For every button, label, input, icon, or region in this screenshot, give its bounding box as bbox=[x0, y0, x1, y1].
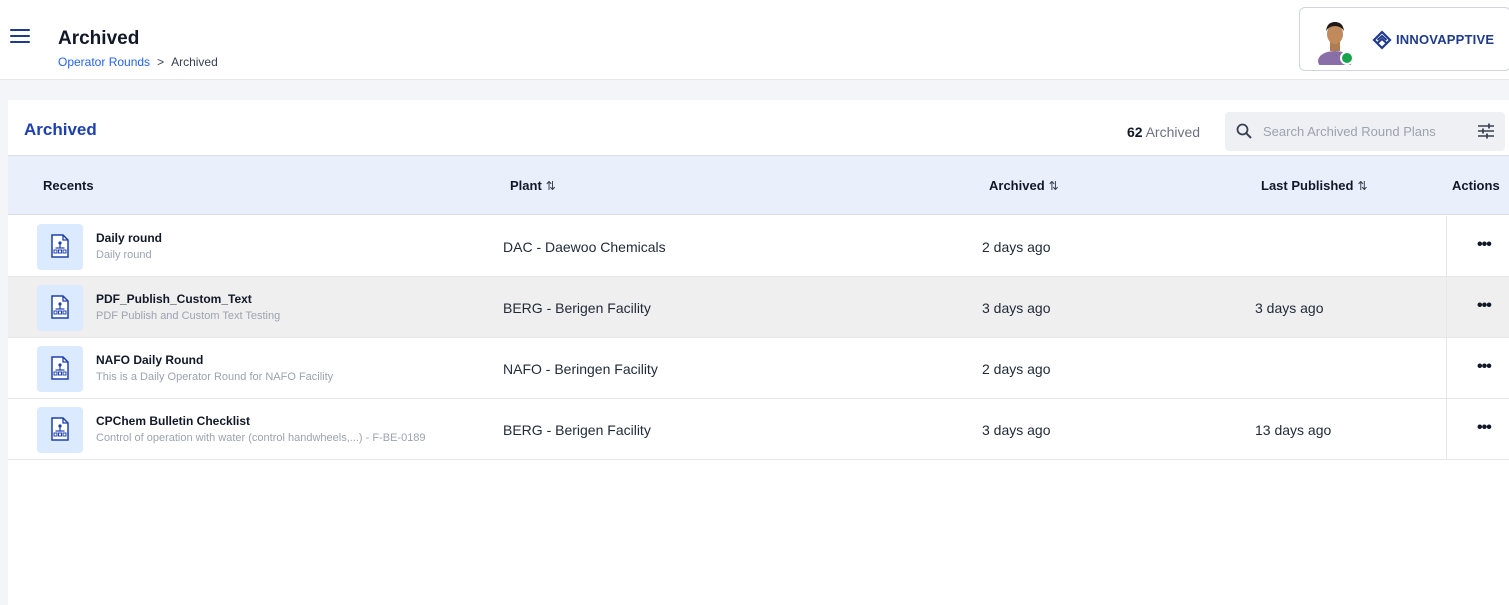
row-last-published: 13 days ago bbox=[1255, 422, 1332, 438]
row-archived: 3 days ago bbox=[982, 422, 1051, 438]
row-name[interactable]: NAFO Daily Round bbox=[96, 353, 203, 367]
round-plan-icon bbox=[51, 417, 69, 441]
brand-name: INNOVAPPTIVE bbox=[1396, 32, 1495, 47]
archived-count: 62 Archived bbox=[1127, 124, 1200, 140]
content-band bbox=[0, 80, 1509, 100]
search-icon bbox=[1236, 123, 1252, 139]
row-plant: NAFO - Beringen Facility bbox=[503, 361, 658, 377]
table-header: Recents Plant ⇅ Archived ⇅ Last Published ⇅… bbox=[8, 155, 1509, 215]
top-bar: Archived Operator Rounds > Archived INNOVA… bbox=[0, 0, 1509, 80]
more-actions-icon[interactable]: ••• bbox=[1477, 236, 1492, 254]
round-plan-icon bbox=[51, 295, 69, 319]
table-row[interactable]: CPChem Bulletin Checklist Control of oper… bbox=[8, 399, 1509, 460]
row-actions-cell: ••• bbox=[1446, 399, 1509, 459]
innovapptive-logo-icon bbox=[1372, 30, 1392, 50]
sort-icon[interactable]: ⇅ bbox=[546, 179, 556, 193]
row-description: PDF Publish and Custom Text Testing bbox=[96, 310, 281, 322]
breadcrumb-operator-rounds-link[interactable]: Operator Rounds bbox=[58, 55, 150, 69]
row-actions-cell: ••• bbox=[1446, 277, 1509, 337]
column-header-last-published[interactable]: Last Published ⇅ bbox=[1261, 178, 1368, 193]
column-header-last-published-label: Last Published bbox=[1261, 178, 1354, 193]
round-plan-icon-tile bbox=[37, 285, 83, 331]
sort-icon[interactable]: ⇅ bbox=[1049, 179, 1059, 193]
online-status-dot bbox=[1340, 51, 1354, 65]
row-name[interactable]: CPChem Bulletin Checklist bbox=[96, 414, 250, 428]
row-last-published: 3 days ago bbox=[1255, 300, 1324, 316]
round-plan-icon bbox=[51, 234, 69, 258]
row-plant: BERG - Berigen Facility bbox=[503, 422, 651, 438]
table-row[interactable]: NAFO Daily Round This is a Daily Operator… bbox=[8, 338, 1509, 399]
more-actions-icon[interactable]: ••• bbox=[1477, 419, 1492, 437]
archived-count-value: 62 bbox=[1127, 124, 1143, 140]
breadcrumb-separator: > bbox=[157, 55, 165, 69]
more-actions-icon[interactable]: ••• bbox=[1477, 297, 1492, 315]
row-actions-cell: ••• bbox=[1446, 216, 1509, 276]
search-input[interactable] bbox=[1263, 120, 1463, 142]
column-header-plant[interactable]: Plant ⇅ bbox=[510, 178, 556, 193]
search-box bbox=[1225, 112, 1505, 151]
row-name[interactable]: PDF_Publish_Custom_Text bbox=[96, 292, 252, 306]
column-header-archived[interactable]: Archived ⇅ bbox=[989, 178, 1059, 193]
hamburger-menu-icon[interactable] bbox=[10, 29, 30, 45]
archived-count-label: Archived bbox=[1145, 124, 1201, 140]
row-description: Control of operation with water (control… bbox=[96, 432, 426, 444]
round-plan-icon-tile bbox=[37, 346, 83, 392]
column-header-actions: Actions bbox=[1452, 178, 1500, 193]
breadcrumb-current: Archived bbox=[171, 55, 218, 69]
round-plan-icon-tile bbox=[37, 407, 83, 453]
row-description: Daily round bbox=[96, 249, 152, 261]
row-actions-cell: ••• bbox=[1446, 338, 1509, 398]
user-profile-card[interactable]: INNOVAPPTIVE bbox=[1299, 7, 1509, 71]
round-plan-icon-tile bbox=[37, 224, 83, 270]
page-title: Archived bbox=[58, 28, 140, 49]
row-name[interactable]: Daily round bbox=[96, 231, 162, 245]
row-description: This is a Daily Operator Round for NAFO … bbox=[96, 371, 334, 383]
more-actions-icon[interactable]: ••• bbox=[1477, 358, 1492, 376]
column-header-plant-label: Plant bbox=[510, 178, 542, 193]
filter-sliders-icon[interactable] bbox=[1477, 123, 1495, 139]
round-plan-icon bbox=[51, 356, 69, 380]
row-archived: 2 days ago bbox=[982, 239, 1051, 255]
row-plant: BERG - Berigen Facility bbox=[503, 300, 651, 316]
sort-icon[interactable]: ⇅ bbox=[1357, 179, 1367, 193]
row-archived: 3 days ago bbox=[982, 300, 1051, 316]
table-row[interactable]: Daily round Daily round DAC - Daewoo Chemi… bbox=[8, 216, 1509, 277]
row-archived: 2 days ago bbox=[982, 361, 1051, 377]
breadcrumb: Operator Rounds > Archived bbox=[58, 55, 218, 69]
left-gutter bbox=[0, 80, 8, 605]
table-row[interactable]: PDF_Publish_Custom_Text PDF Publish and C… bbox=[8, 277, 1509, 338]
column-header-recents: Recents bbox=[43, 178, 94, 193]
row-plant: DAC - Daewoo Chemicals bbox=[503, 239, 666, 255]
panel-title: Archived bbox=[24, 120, 97, 139]
column-header-archived-label: Archived bbox=[989, 178, 1045, 193]
